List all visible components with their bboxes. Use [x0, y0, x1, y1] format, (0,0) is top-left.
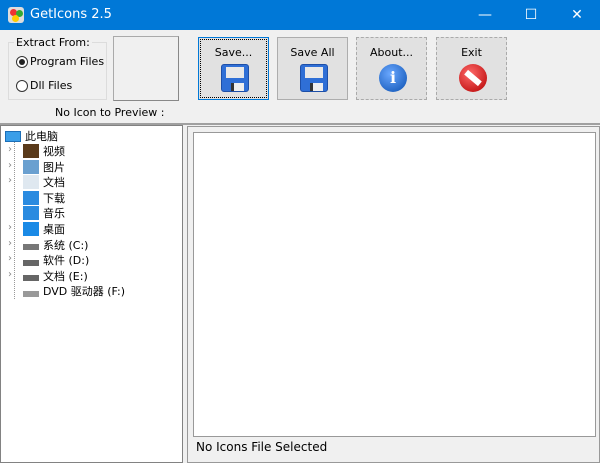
- drive-icon: [23, 275, 39, 282]
- expand-chevron-icon[interactable]: ›: [8, 175, 12, 186]
- expand-chevron-icon[interactable]: ›: [8, 253, 12, 264]
- tree-item[interactable]: 音乐: [23, 205, 65, 221]
- expand-chevron-icon[interactable]: ›: [8, 160, 12, 171]
- no-entry-icon: [459, 64, 487, 92]
- save-label: Save...: [214, 46, 253, 59]
- exit-button[interactable]: Exit: [436, 37, 507, 100]
- desktop-icon: [23, 222, 39, 236]
- tree-line: [14, 142, 15, 299]
- tree-label: 桌面: [43, 223, 65, 236]
- tree-item[interactable]: 视频: [23, 143, 65, 159]
- tree-item[interactable]: 图片: [23, 159, 65, 175]
- icons-list[interactable]: [193, 132, 596, 437]
- computer-icon: [5, 130, 21, 142]
- window-title: GetIcons 2.5: [30, 7, 112, 22]
- expand-chevron-icon[interactable]: ›: [8, 144, 12, 155]
- floppy-disk-icon: [221, 64, 249, 92]
- tree-label: 文档: [43, 176, 65, 190]
- radio-unselected-icon: [16, 79, 28, 92]
- save-button[interactable]: Save...: [198, 37, 269, 100]
- close-button[interactable]: ✕: [554, 0, 600, 30]
- expand-chevron-icon[interactable]: ›: [8, 222, 12, 233]
- status-text: No Icons File Selected: [196, 440, 328, 454]
- tree-item[interactable]: DVD 驱动器 (F:): [23, 283, 125, 299]
- tree-item-root[interactable]: 此电脑: [5, 128, 58, 144]
- tree-label: 系统 (C:): [43, 238, 89, 252]
- tree-item[interactable]: 文档 (E:): [23, 268, 88, 284]
- radio-selected-icon: [16, 55, 28, 68]
- about-label: About...: [369, 46, 413, 59]
- music-icon: [23, 206, 39, 221]
- tree-item[interactable]: 文档: [23, 174, 65, 190]
- icon-preview-box: [113, 36, 179, 101]
- title-bar: GetIcons 2.5 — ☐ ✕: [0, 0, 600, 30]
- document-icon: [23, 175, 39, 190]
- video-icon: [23, 144, 39, 158]
- floppy-disk-icon: [300, 64, 328, 92]
- save-all-button[interactable]: Save All: [277, 37, 348, 100]
- radio-label: Dll Files: [30, 79, 73, 92]
- exit-label: Exit: [461, 46, 482, 59]
- tree-label: 软件 (D:): [43, 254, 90, 268]
- radio-label: Program Files: [30, 55, 105, 68]
- system-drive-icon: [23, 244, 39, 251]
- app-icon: [8, 7, 24, 23]
- save-all-label: Save All: [290, 46, 335, 59]
- download-icon: [23, 190, 39, 205]
- tree-item[interactable]: 下载: [23, 190, 65, 206]
- expand-chevron-icon[interactable]: ›: [8, 238, 12, 249]
- drive-icon: [23, 259, 39, 266]
- tree-label: DVD 驱动器 (F:): [43, 285, 126, 299]
- picture-icon: [23, 159, 39, 174]
- about-button[interactable]: About... i: [356, 37, 427, 100]
- minimize-button[interactable]: —: [462, 0, 508, 30]
- tree-label: 此电脑: [25, 130, 58, 143]
- info-icon: i: [379, 64, 407, 92]
- preview-label: No Icon to Preview :: [55, 106, 165, 119]
- folder-tree[interactable]: 此电脑 › 视频 › 图片 › 文档 下载音乐 › 桌面 › 系统 (C:) › 软件 (D:) › 文档 …: [0, 125, 183, 463]
- tree-label: 音乐: [43, 207, 65, 221]
- tree-item[interactable]: 桌面: [23, 221, 65, 237]
- tree-label: 视频: [43, 145, 65, 158]
- tree-item[interactable]: 系统 (C:): [23, 237, 88, 253]
- radio-dll-files[interactable]: Dll Files: [16, 79, 72, 92]
- maximize-button[interactable]: ☐: [508, 0, 554, 30]
- tree-label: 图片: [43, 160, 65, 174]
- extract-from-label: Extract From:: [14, 36, 92, 49]
- tree-item[interactable]: 软件 (D:): [23, 252, 89, 268]
- tree-label: 文档 (E:): [43, 269, 88, 283]
- tree-label: 下载: [43, 191, 65, 205]
- radio-program-files[interactable]: Program Files: [16, 55, 104, 68]
- expand-chevron-icon[interactable]: ›: [8, 269, 12, 280]
- dvd-drive-icon: [23, 290, 39, 297]
